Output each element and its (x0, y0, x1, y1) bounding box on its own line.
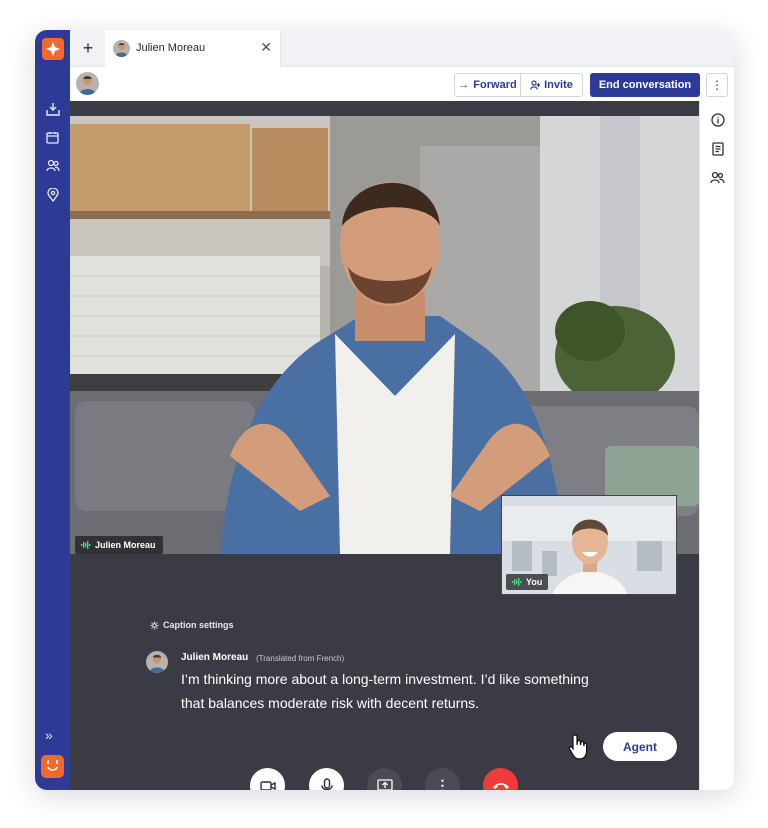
new-tab-button[interactable]: + (78, 38, 98, 58)
conversation-toolbar: → Forward Invite End conversation ⋮ (70, 67, 734, 101)
users-icon[interactable] (44, 157, 61, 174)
more-icon: ⋮ (435, 777, 450, 790)
add-user-icon (530, 80, 541, 90)
hang-up-icon (492, 782, 509, 789)
info-icon[interactable] (709, 111, 726, 128)
caption-text: I’m thinking more about a long-term inve… (181, 671, 589, 711)
microphone-icon (320, 777, 333, 790)
screen-share-button[interactable] (367, 768, 402, 790)
tab-conversation[interactable]: Julien Moreau ✕ (105, 30, 281, 67)
remote-name-tag: Julien Moreau (75, 536, 163, 554)
self-name-label: You (526, 577, 543, 587)
right-rail (699, 101, 734, 790)
camera-icon (259, 780, 276, 790)
caption-settings-label: Caption settings (163, 620, 234, 630)
app-logo[interactable] (42, 38, 64, 60)
expand-icon[interactable]: » (45, 727, 53, 743)
microphone-button[interactable] (309, 768, 344, 790)
location-icon[interactable] (44, 186, 61, 203)
arrow-right-icon: → (458, 79, 470, 91)
invite-button[interactable]: Invite (521, 74, 582, 96)
tab-label: Julien Moreau (136, 42, 206, 54)
remote-video-feed (70, 116, 699, 554)
agent-button[interactable]: Agent (603, 732, 677, 761)
action-button-group: → Forward Invite (454, 73, 583, 97)
forward-label: Forward (473, 79, 517, 91)
avatar (146, 651, 168, 673)
bot-icon[interactable] (41, 755, 64, 778)
left-rail: » (35, 30, 70, 790)
call-stage: Julien Moreau You Caption settings Julie… (70, 101, 699, 790)
invite-label: Invite (544, 79, 573, 91)
tab-bar: + Julien Moreau ✕ (70, 30, 734, 67)
calendar-icon[interactable] (44, 129, 61, 146)
notes-icon[interactable] (709, 140, 726, 157)
end-conversation-button[interactable]: End conversation (590, 73, 700, 97)
caption-settings-button[interactable]: Caption settings (150, 620, 234, 630)
inbox-icon[interactable] (44, 100, 61, 117)
more-call-options-button[interactable]: ⋮ (425, 768, 460, 790)
avatar (113, 40, 130, 57)
hand-cursor-icon (568, 734, 588, 760)
remote-name-label: Julien Moreau (95, 540, 156, 550)
gear-icon (150, 620, 159, 630)
self-name-tag: You (506, 574, 549, 590)
audio-level-icon (81, 541, 91, 549)
remote-video: Julien Moreau (70, 116, 699, 554)
app-window: » + Julien Moreau ✕ → Forward Invite End… (35, 30, 734, 790)
participants-icon[interactable] (709, 169, 726, 186)
self-video[interactable]: You (501, 495, 677, 595)
avatar[interactable] (76, 72, 99, 95)
screen-share-icon (376, 778, 393, 790)
audio-level-icon (512, 578, 522, 586)
forward-button[interactable]: → Forward (455, 74, 521, 96)
camera-button[interactable] (250, 768, 285, 790)
translation-note: (Translated from French) (256, 654, 345, 663)
caption-speaker: Julien Moreau (181, 652, 249, 663)
close-icon[interactable]: ✕ (260, 39, 272, 56)
more-options-button[interactable]: ⋮ (706, 73, 728, 97)
hang-up-button[interactable] (483, 768, 518, 790)
